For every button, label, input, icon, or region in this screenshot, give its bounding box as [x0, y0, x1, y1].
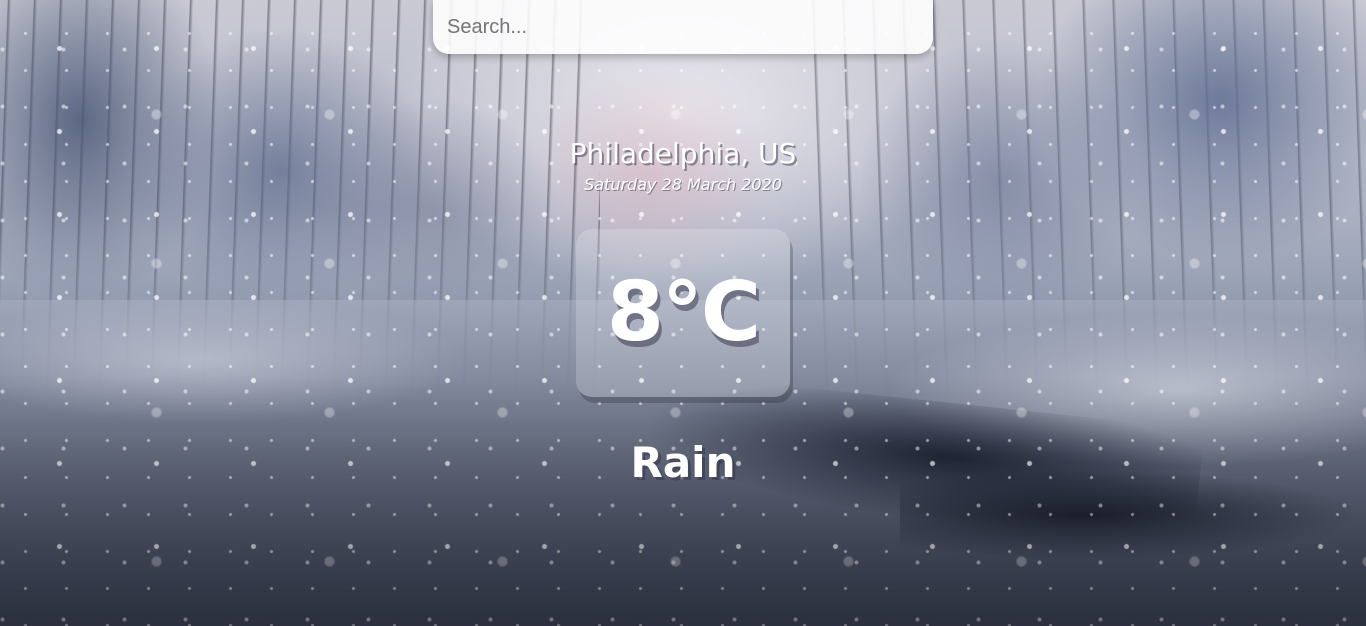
search-box: [433, 0, 933, 54]
search-input[interactable]: [433, 0, 933, 54]
weather-condition: Rain: [630, 438, 736, 487]
date-label: Saturday 28 March 2020: [584, 175, 782, 194]
location-name: Philadelphia, US: [569, 137, 797, 170]
temperature-card: 8°C: [576, 229, 790, 397]
location-box: Philadelphia, US Saturday 28 March 2020: [0, 135, 1366, 194]
